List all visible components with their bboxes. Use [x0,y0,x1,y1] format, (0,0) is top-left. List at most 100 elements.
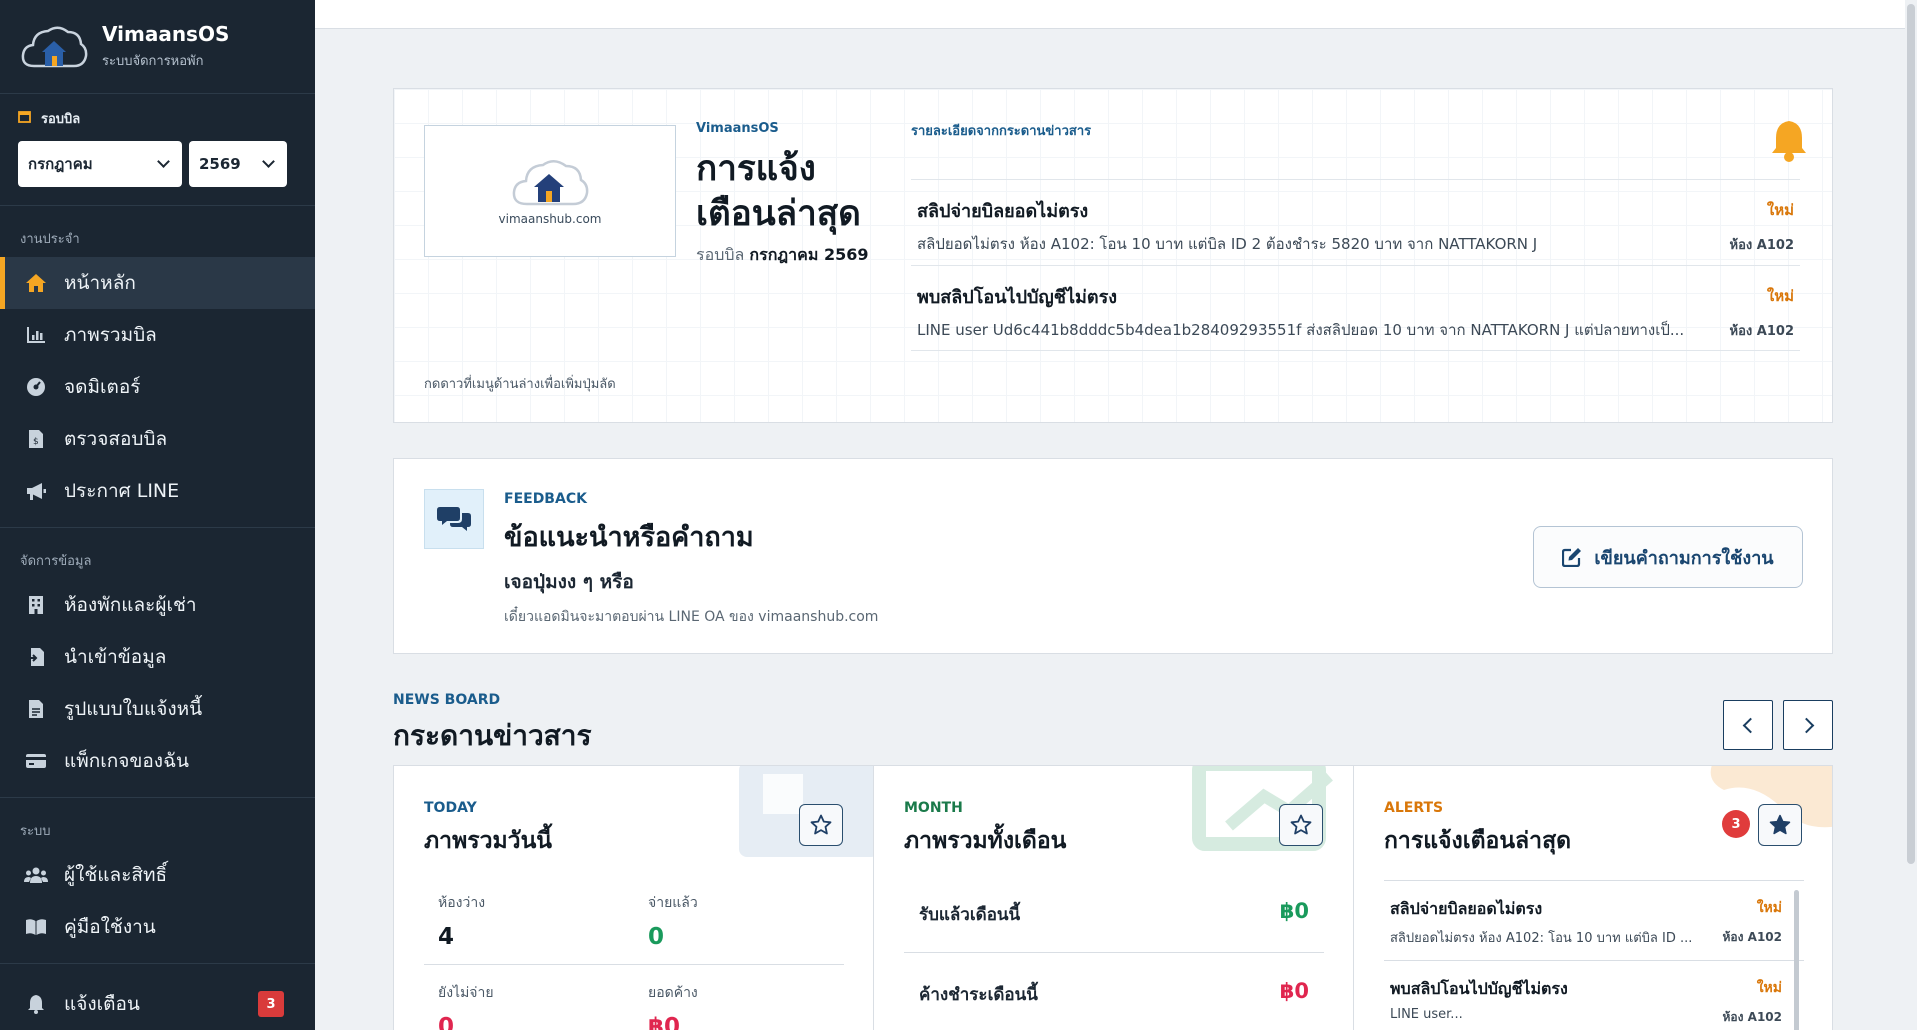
month-title: ภาพรวมทั้งเดือน [904,828,1067,854]
file-text-icon [24,698,48,720]
sidebar-item-invoice-template[interactable]: รูปแบบใบแจ้งหนี้ [0,683,315,735]
top-bar [315,0,1905,29]
month-select[interactable]: กรกฎาคม [18,141,182,187]
month-row-value: ฿0 [1279,899,1309,923]
alert-item[interactable]: สลิปจ่ายบิลยอดไม่ตรง ใหม่ สลิปยอดไม่ตรง … [1384,880,1804,960]
month-kicker: MONTH [904,800,963,816]
billing-cycle-selector: รอบบิล กรกฎาคม 2569 [0,94,315,206]
billing-cycle-label: รอบบิล [18,108,297,129]
chevron-right-icon [1798,717,1814,733]
news-board-title: กระดานข่าวสาร [393,719,592,752]
feedback-note: เดี๋ยวแอดมินจะมาตอบผ่าน LINE OA ของ vima… [504,609,879,625]
hero-title: การแจ้งเตือนล่าสุด [696,149,861,234]
today-kicker: TODAY [424,800,477,816]
news-item-room: ห้อง A102 [1729,324,1794,339]
news-board-kicker: NEWS BOARD [393,692,501,708]
stat-unpaid: ยังไม่จ่าย 0 [438,982,494,1030]
brand[interactable]: VimaansOS ระบบจัดการหอพัก [0,0,315,94]
month-overview-card: MONTH ภาพรวมทั้งเดือน รับแล้วเดือนนี้ ฿0… [873,765,1354,1030]
pin-shortcut-button[interactable] [799,804,843,846]
sidebar-item-line-announce[interactable]: ประกาศ LINE [0,465,315,517]
alert-item-body: สลิปยอดไม่ตรง ห้อง A102: โอน 10 บาท แต่บ… [1390,931,1693,946]
today-title: ภาพรวมวันนี้ [424,828,553,854]
sidebar-item-users-permissions[interactable]: ผู้ใช้และสิทธิ์ [0,849,315,901]
sidebar-item-label: ภาพรวมบิล [64,324,157,346]
file-import-icon [24,646,48,668]
notification-count-badge: 3 [258,991,284,1017]
feedback-title: ข้อแนะนำหรือคำถาม [504,522,754,553]
sidebar-item-check-bills[interactable]: $ ตรวจสอบบิล [0,413,315,465]
vimaanshub-logo: vimaanshub.com [424,125,676,257]
new-tag: ใหม่ [1766,201,1794,219]
alert-item-room: ห้อง A102 [1722,1010,1783,1024]
news-board-next-button[interactable] [1783,700,1833,750]
shortcut-hint: กดดาวที่เมนูด้านล่างเพื่อเพิ่มปุ่มลัด [424,377,616,392]
invoice-icon: $ [24,428,48,450]
pin-shortcut-button[interactable] [1279,804,1323,846]
page-scrollbar[interactable] [1905,0,1917,1030]
sidebar-item-import[interactable]: นำเข้าข้อมูล [0,631,315,683]
today-overview-card: TODAY ภาพรวมวันนี้ ห้องว่าง 4 จ่ายแล้ว 0… [393,765,874,1030]
stat-label: ยอดค้าง [648,985,698,1001]
stat-label: ยังไม่จ่าย [438,985,494,1001]
alerts-scrollbar[interactable] [1794,890,1799,1030]
divider [0,963,315,964]
decorative-shape [1192,766,1333,851]
nav-section-title: จัดการข้อมูล [20,554,92,569]
sidebar-item-home[interactable]: หน้าหลัก [0,257,315,309]
calendar-icon [18,110,31,127]
new-tag: ใหม่ [1766,287,1794,305]
scrollbar-thumb[interactable] [1907,4,1915,864]
star-filled-icon [1769,814,1791,835]
sidebar-item-notifications[interactable]: แจ้งเตือน 3 [0,978,315,1030]
stat-vacant-rooms: ห้องว่าง 4 [438,892,485,950]
latest-alerts-hero: vimaanshub.com VimaansOS การแจ้งเตือนล่า… [393,88,1833,423]
divider [424,964,844,965]
news-item-room: ห้อง A102 [1729,238,1794,253]
star-outline-icon [1290,814,1312,835]
month-row-value: ฿0 [1279,979,1309,1003]
sidebar-item-meter[interactable]: จดมิเตอร์ [0,361,315,413]
sidebar-item-label: ผู้ใช้และสิทธิ์ [64,864,168,886]
cloud-house-logo-icon [512,160,589,206]
month-outstanding-row: ค้างชำระเดือนนี้ ฿0 [904,953,1324,1030]
cloud-house-logo-icon [21,26,88,67]
chevron-down-icon [262,155,275,168]
building-icon [24,594,48,616]
news-detail-label: รายละเอียดจากกระดานข่าวสาร [911,124,1092,139]
stat-label: ห้องว่าง [438,895,486,911]
alert-item[interactable]: พบสลิปโอนไปบัญชีไม่ตรง ใหม่ LINE user...… [1384,960,1804,1030]
news-item[interactable]: สลิปจ่ายบิลยอดไม่ตรง ใหม่ สลิปยอดไม่ตรง … [911,179,1800,265]
edit-icon [1562,548,1582,567]
sidebar-item-rooms-tenants[interactable]: ห้องพักและผู้เช่า [0,579,315,631]
sidebar-item-label: จดมิเตอร์ [64,376,141,398]
nav-section-title: งานประจำ [20,232,80,247]
credit-card-icon [24,750,48,772]
feedback-card: FEEDBACK ข้อแนะนำหรือคำถาม เจอปุ่มงง ๆ ห… [393,458,1833,654]
write-question-button[interactable]: เขียนคำถามการใช้งาน [1533,526,1803,588]
bell-icon [1772,121,1806,162]
nav-section-title: ระบบ [20,824,51,839]
sidebar-item-bill-overview[interactable]: ภาพรวมบิล [0,309,315,361]
sidebar-item-manual[interactable]: คู่มือใช้งาน [0,901,315,953]
news-item[interactable]: พบสลิปโอนไปบัญชีไม่ตรง ใหม่ LINE user Ud… [911,265,1800,351]
year-select[interactable]: 2569 [189,141,287,187]
feedback-kicker: FEEDBACK [504,491,587,507]
month-received-row: รับแล้วเดือนนี้ ฿0 [904,873,1324,953]
alerts-card: ALERTS การแจ้งเตือนล่าสุด 3 สลิปจ่ายบิลย… [1353,765,1833,1030]
sidebar: VimaansOS ระบบจัดการหอพัก รอบบิล กรกฎาคม… [0,0,315,1030]
pin-shortcut-button[interactable] [1758,804,1802,846]
alerts-count-badge: 3 [1722,810,1750,838]
hero-cycle-prefix: รอบบิล [696,245,745,264]
alert-item-body: LINE user... [1390,1007,1463,1022]
sidebar-item-my-package[interactable]: แพ็กเกจของฉัน [0,735,315,787]
logo-text: vimaanshub.com [498,212,602,226]
billing-cycle-text: รอบบิล [41,112,81,127]
stat-value: 0 [438,1014,455,1030]
svg-text:$: $ [33,437,39,447]
sidebar-item-label: หน้าหลัก [64,272,136,294]
month-select-value: กรกฎาคม [28,155,93,173]
news-board-prev-button[interactable] [1723,700,1773,750]
stat-outstanding: ยอดค้าง ฿0 [648,982,698,1030]
new-tag: ใหม่ [1756,980,1782,996]
